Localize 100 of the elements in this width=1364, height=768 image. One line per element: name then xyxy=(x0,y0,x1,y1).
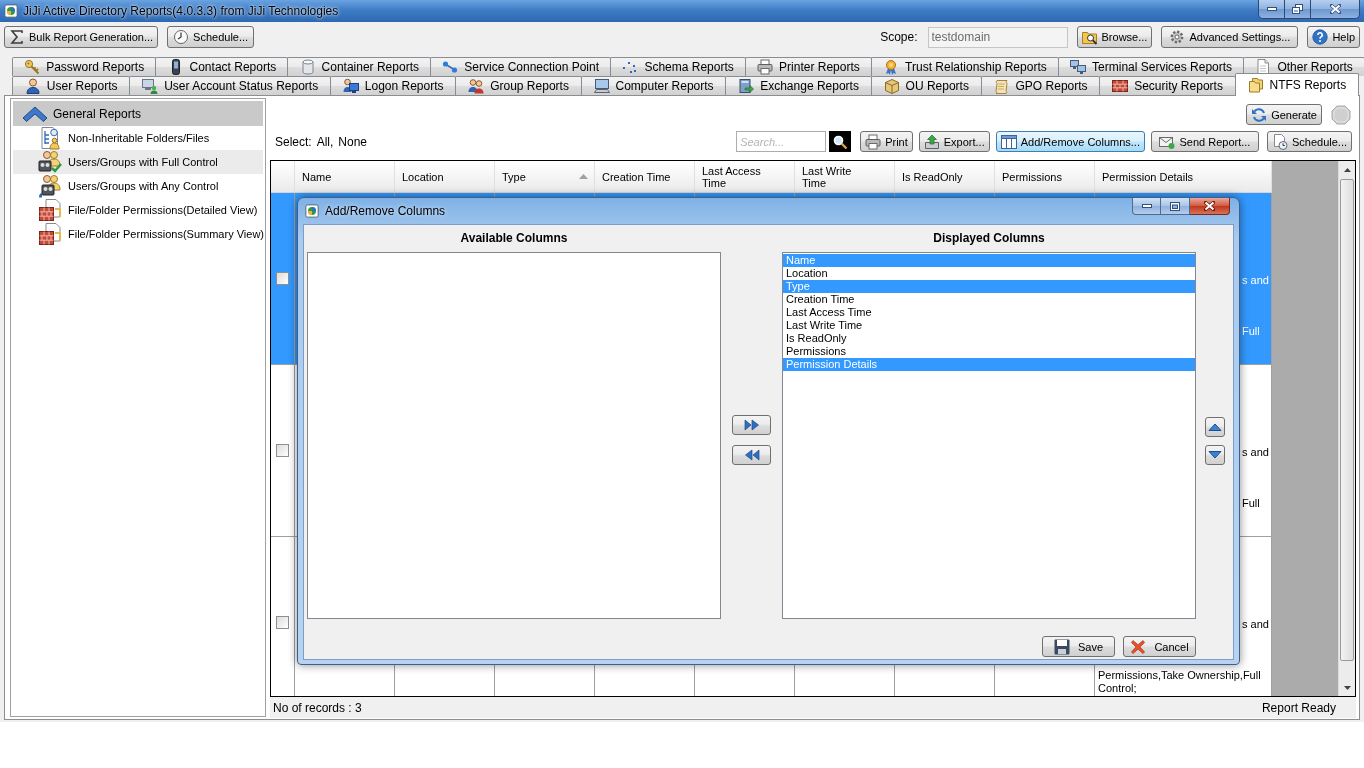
permission-details-text: Full xyxy=(1242,325,1260,338)
sidebar-item[interactable]: Users/Groups with Full Control xyxy=(13,150,263,174)
export-button[interactable]: Export... xyxy=(918,131,990,152)
tab[interactable]: Container Reports xyxy=(287,57,432,76)
brick-wall-document-icon xyxy=(38,198,62,222)
tab[interactable]: Group Reports xyxy=(455,76,582,95)
save-button[interactable]: Save xyxy=(1042,636,1115,657)
folders-icon xyxy=(1247,77,1264,93)
gear-icon xyxy=(1169,29,1186,45)
tab[interactable]: Password Reports xyxy=(12,57,157,76)
permission-details-text: s and xyxy=(1242,274,1269,287)
tab[interactable]: User Account Status Reports xyxy=(129,76,331,95)
tab[interactable]: Security Reports xyxy=(1099,76,1236,95)
minimize-button[interactable] xyxy=(1258,0,1285,19)
column-header[interactable]: Name xyxy=(295,161,395,192)
sidebar-item[interactable]: Users/Groups with Any Control xyxy=(13,174,263,198)
close-button[interactable] xyxy=(1311,0,1360,19)
tab[interactable]: Service Connection Point xyxy=(430,57,612,76)
tab[interactable]: OU Reports xyxy=(870,76,982,95)
sidebar-item[interactable]: File/Folder Permissions(Detailed View) xyxy=(13,198,263,222)
document-tree-icon xyxy=(38,126,62,150)
user-monitor-icon xyxy=(342,78,359,94)
double-right-arrow-icon xyxy=(743,418,760,431)
group-header[interactable]: General Reports xyxy=(13,101,263,126)
list-item[interactable]: Is ReadOnly xyxy=(783,332,1195,345)
stop-icon xyxy=(1331,104,1351,125)
cylinder-icon xyxy=(299,59,316,75)
list-item[interactable]: Creation Time xyxy=(783,293,1195,306)
close-button[interactable] xyxy=(1190,198,1230,215)
close-icon xyxy=(1204,201,1215,211)
list-item[interactable]: Permissions xyxy=(783,345,1195,358)
help-button[interactable]: Help xyxy=(1307,26,1360,48)
dots-icon xyxy=(622,59,639,75)
report-status: Report Ready xyxy=(1261,700,1336,715)
search-button[interactable] xyxy=(829,131,852,152)
sidebar-item[interactable]: Non-Inheritable Folders/Files xyxy=(13,126,263,150)
row-checkbox[interactable] xyxy=(276,444,289,457)
cancel-button[interactable]: Cancel xyxy=(1123,636,1196,657)
print-button[interactable]: Print xyxy=(860,131,913,152)
minimize-button[interactable] xyxy=(1132,198,1161,215)
tab[interactable]: Computer Reports xyxy=(580,76,727,95)
move-right-button[interactable] xyxy=(732,414,771,435)
tab[interactable]: Trust Relationship Reports xyxy=(870,57,1059,76)
user-icon xyxy=(24,78,41,94)
list-item[interactable]: Last Write Time xyxy=(783,319,1195,332)
scope-label: Scope: xyxy=(880,30,918,44)
tab[interactable]: User Reports xyxy=(12,76,131,95)
column-header[interactable]: Location xyxy=(395,161,495,192)
row-checkbox[interactable] xyxy=(276,616,289,629)
select-link[interactable]: None xyxy=(338,134,368,149)
move-up-button[interactable] xyxy=(1204,416,1225,437)
browse-button[interactable]: Browse... xyxy=(1076,26,1153,48)
send-report-button[interactable]: Send Report... xyxy=(1150,131,1259,152)
permission-details-text: s and xyxy=(1242,446,1269,459)
scroll-thumb[interactable] xyxy=(1340,179,1354,661)
restore-button[interactable] xyxy=(1285,0,1311,19)
key-icon xyxy=(24,59,41,75)
schedule-button[interactable]: Schedule... xyxy=(167,26,255,48)
list-item[interactable]: Location xyxy=(783,267,1195,280)
column-header[interactable]: Is ReadOnly xyxy=(895,161,995,192)
column-header[interactable]: Last Write Time xyxy=(795,161,895,192)
folder-magnifier-icon xyxy=(1081,29,1098,45)
tab[interactable]: Contact Reports xyxy=(155,57,289,76)
scroll-icon xyxy=(993,78,1010,94)
permission-details-text: s and xyxy=(1242,618,1269,631)
vertical-scrollbar[interactable] xyxy=(1338,161,1355,696)
bulk-report-generation-button[interactable]: Bulk Report Generation... xyxy=(4,26,159,48)
select-link[interactable]: All, xyxy=(316,134,334,149)
list-item[interactable]: Last Access Time xyxy=(783,306,1195,319)
close-icon xyxy=(1329,4,1341,14)
server-arrow-icon xyxy=(738,78,755,94)
users-panel-icon xyxy=(38,174,62,198)
tab[interactable]: Exchange Reports xyxy=(725,76,872,95)
move-down-button[interactable] xyxy=(1204,444,1225,465)
minimize-icon xyxy=(1141,204,1152,208)
column-header[interactable]: Last Access Time xyxy=(695,161,795,192)
tab[interactable]: Terminal Services Reports xyxy=(1057,57,1245,76)
generate-button[interactable]: Generate xyxy=(1246,104,1322,125)
advanced-settings-button[interactable]: Advanced Settings... xyxy=(1161,26,1299,48)
tab[interactable]: Schema Reports xyxy=(610,57,746,76)
add-remove-columns-button[interactable]: Add/Remove Columns... xyxy=(995,131,1145,152)
maximize-button[interactable] xyxy=(1161,198,1190,215)
search-field[interactable]: Search... xyxy=(736,131,827,152)
displayed-columns-list[interactable]: Name Location Type Creation Time Last Access Time Last Write Time Is ReadOnly Permissions Permission Details xyxy=(782,252,1196,619)
row-checkbox[interactable] xyxy=(276,272,289,285)
sidebar-item[interactable]: File/Folder Permissions(Summary View) xyxy=(13,222,263,246)
column-header[interactable]: Creation Time xyxy=(595,161,695,192)
column-header[interactable]: Permissions xyxy=(995,161,1095,192)
user-computer-icon xyxy=(142,78,159,94)
tab[interactable]: GPO Reports xyxy=(980,76,1101,95)
schedule-button[interactable]: Schedule... xyxy=(1266,131,1352,152)
up-triangle-icon xyxy=(1207,422,1222,431)
table-columns-icon xyxy=(1000,133,1017,150)
tab[interactable]: Logon Reports xyxy=(330,76,457,95)
tab[interactable]: Printer Reports xyxy=(744,57,872,76)
app-logo-icon xyxy=(4,4,18,18)
column-header[interactable]: Type xyxy=(495,161,595,192)
users-check-icon xyxy=(38,150,62,174)
move-left-button[interactable] xyxy=(732,444,771,465)
box-icon xyxy=(883,78,900,94)
